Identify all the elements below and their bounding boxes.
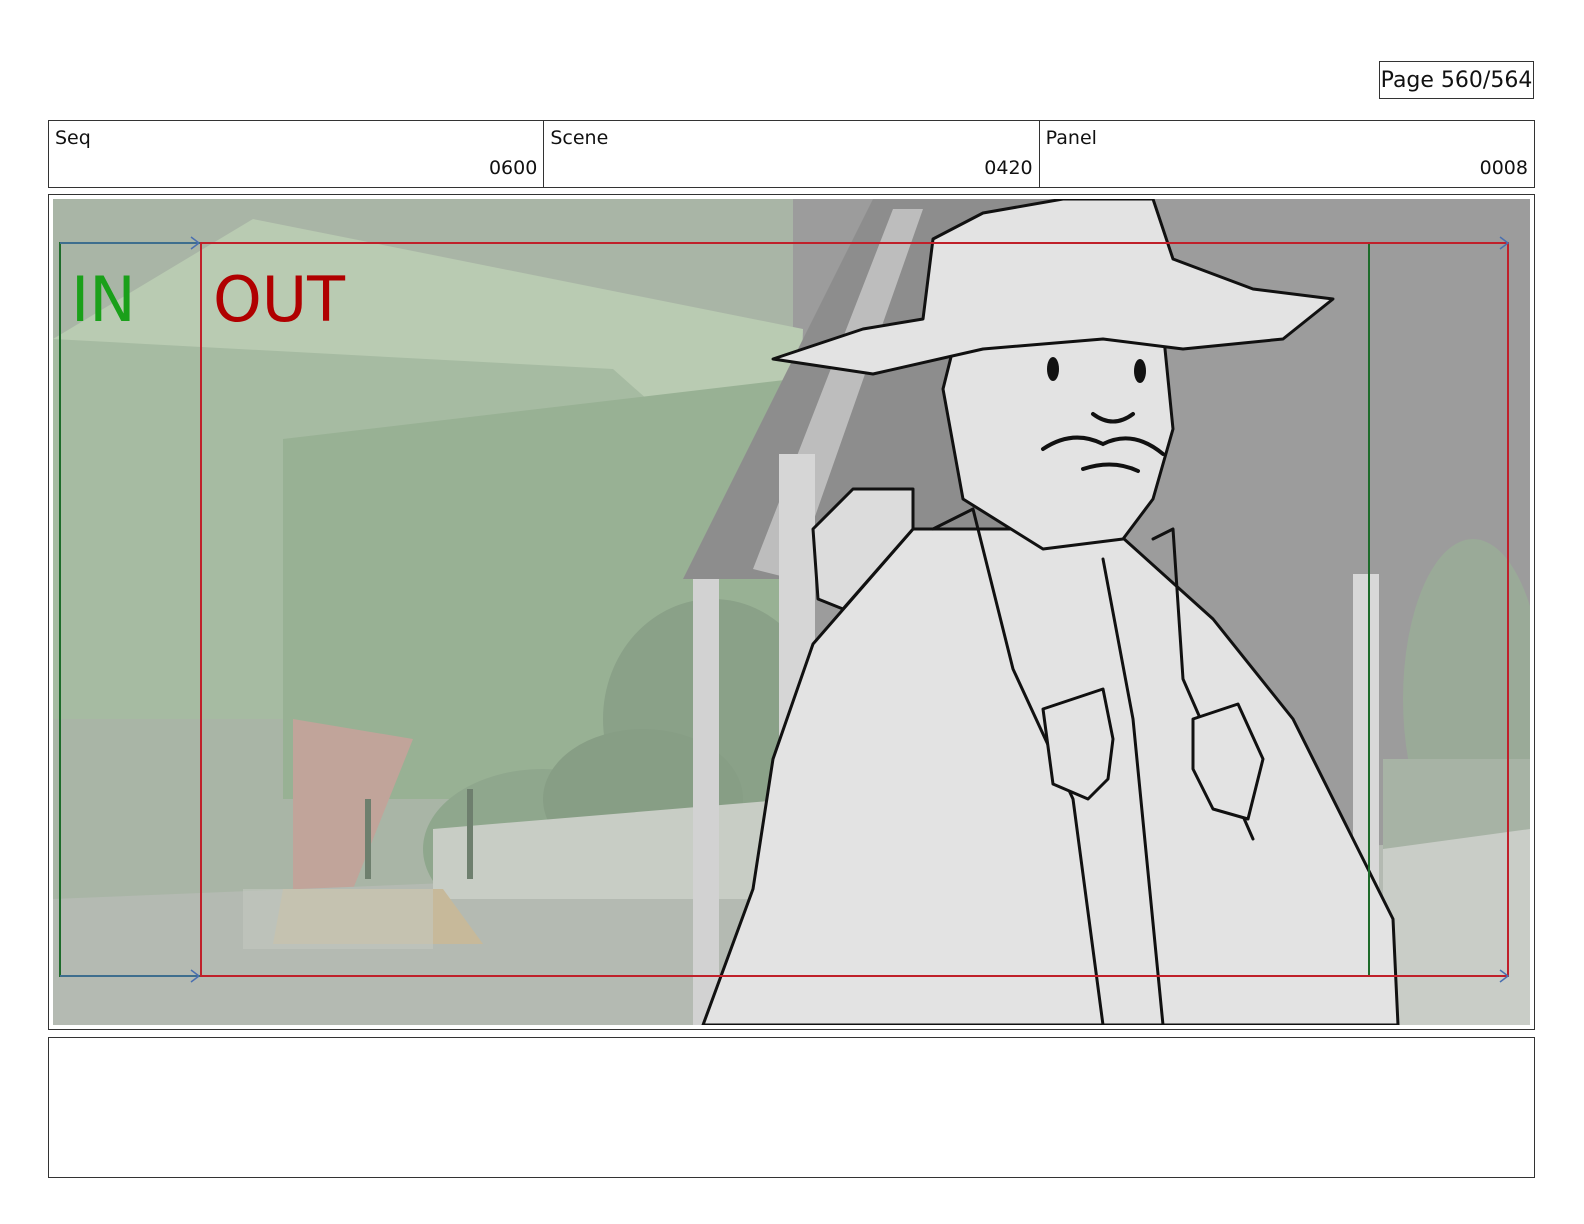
- shot-header: Seq 0600 Scene 0420 Panel 0008: [48, 120, 1535, 188]
- scene-label: Scene: [550, 127, 609, 149]
- seq-value: 0600: [488, 157, 538, 179]
- page-number: Page 560/564: [1379, 61, 1534, 99]
- out-label: OUT: [213, 263, 346, 336]
- panel-label: Panel: [1045, 127, 1097, 149]
- seq-label: Seq: [55, 127, 91, 149]
- seq-cell: Seq 0600: [49, 121, 545, 187]
- scene-value: 0420: [984, 157, 1033, 179]
- panel-cell: Panel 0008: [1040, 121, 1534, 187]
- panel-value: 0008: [1479, 157, 1528, 179]
- scene-cell: Scene 0420: [544, 121, 1040, 187]
- storyboard-panel: IN OUT: [48, 194, 1535, 1030]
- in-label: IN: [71, 263, 136, 336]
- notes-box: [48, 1037, 1535, 1178]
- panel-drawing: IN OUT: [53, 199, 1530, 1025]
